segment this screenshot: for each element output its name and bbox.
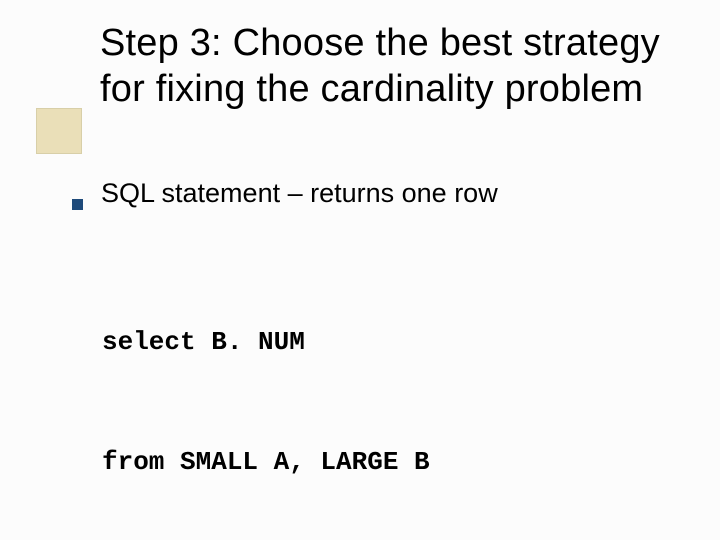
code-line: from SMALL A, LARGE B: [102, 442, 672, 482]
bullet-text: SQL statement – returns one row: [101, 178, 498, 209]
sql-code-block: select B. NUM from SMALL A, LARGE B wher…: [102, 241, 672, 540]
accent-square: [36, 108, 82, 154]
code-line: select B. NUM: [102, 322, 672, 362]
slide-title: Step 3: Choose the best strategy for fix…: [100, 20, 700, 113]
bullet-square-icon: [72, 199, 83, 210]
slide: Step 3: Choose the best strategy for fix…: [0, 0, 720, 540]
bullet-item: SQL statement – returns one row: [72, 178, 672, 209]
slide-body: SQL statement – returns one row select B…: [72, 178, 672, 540]
